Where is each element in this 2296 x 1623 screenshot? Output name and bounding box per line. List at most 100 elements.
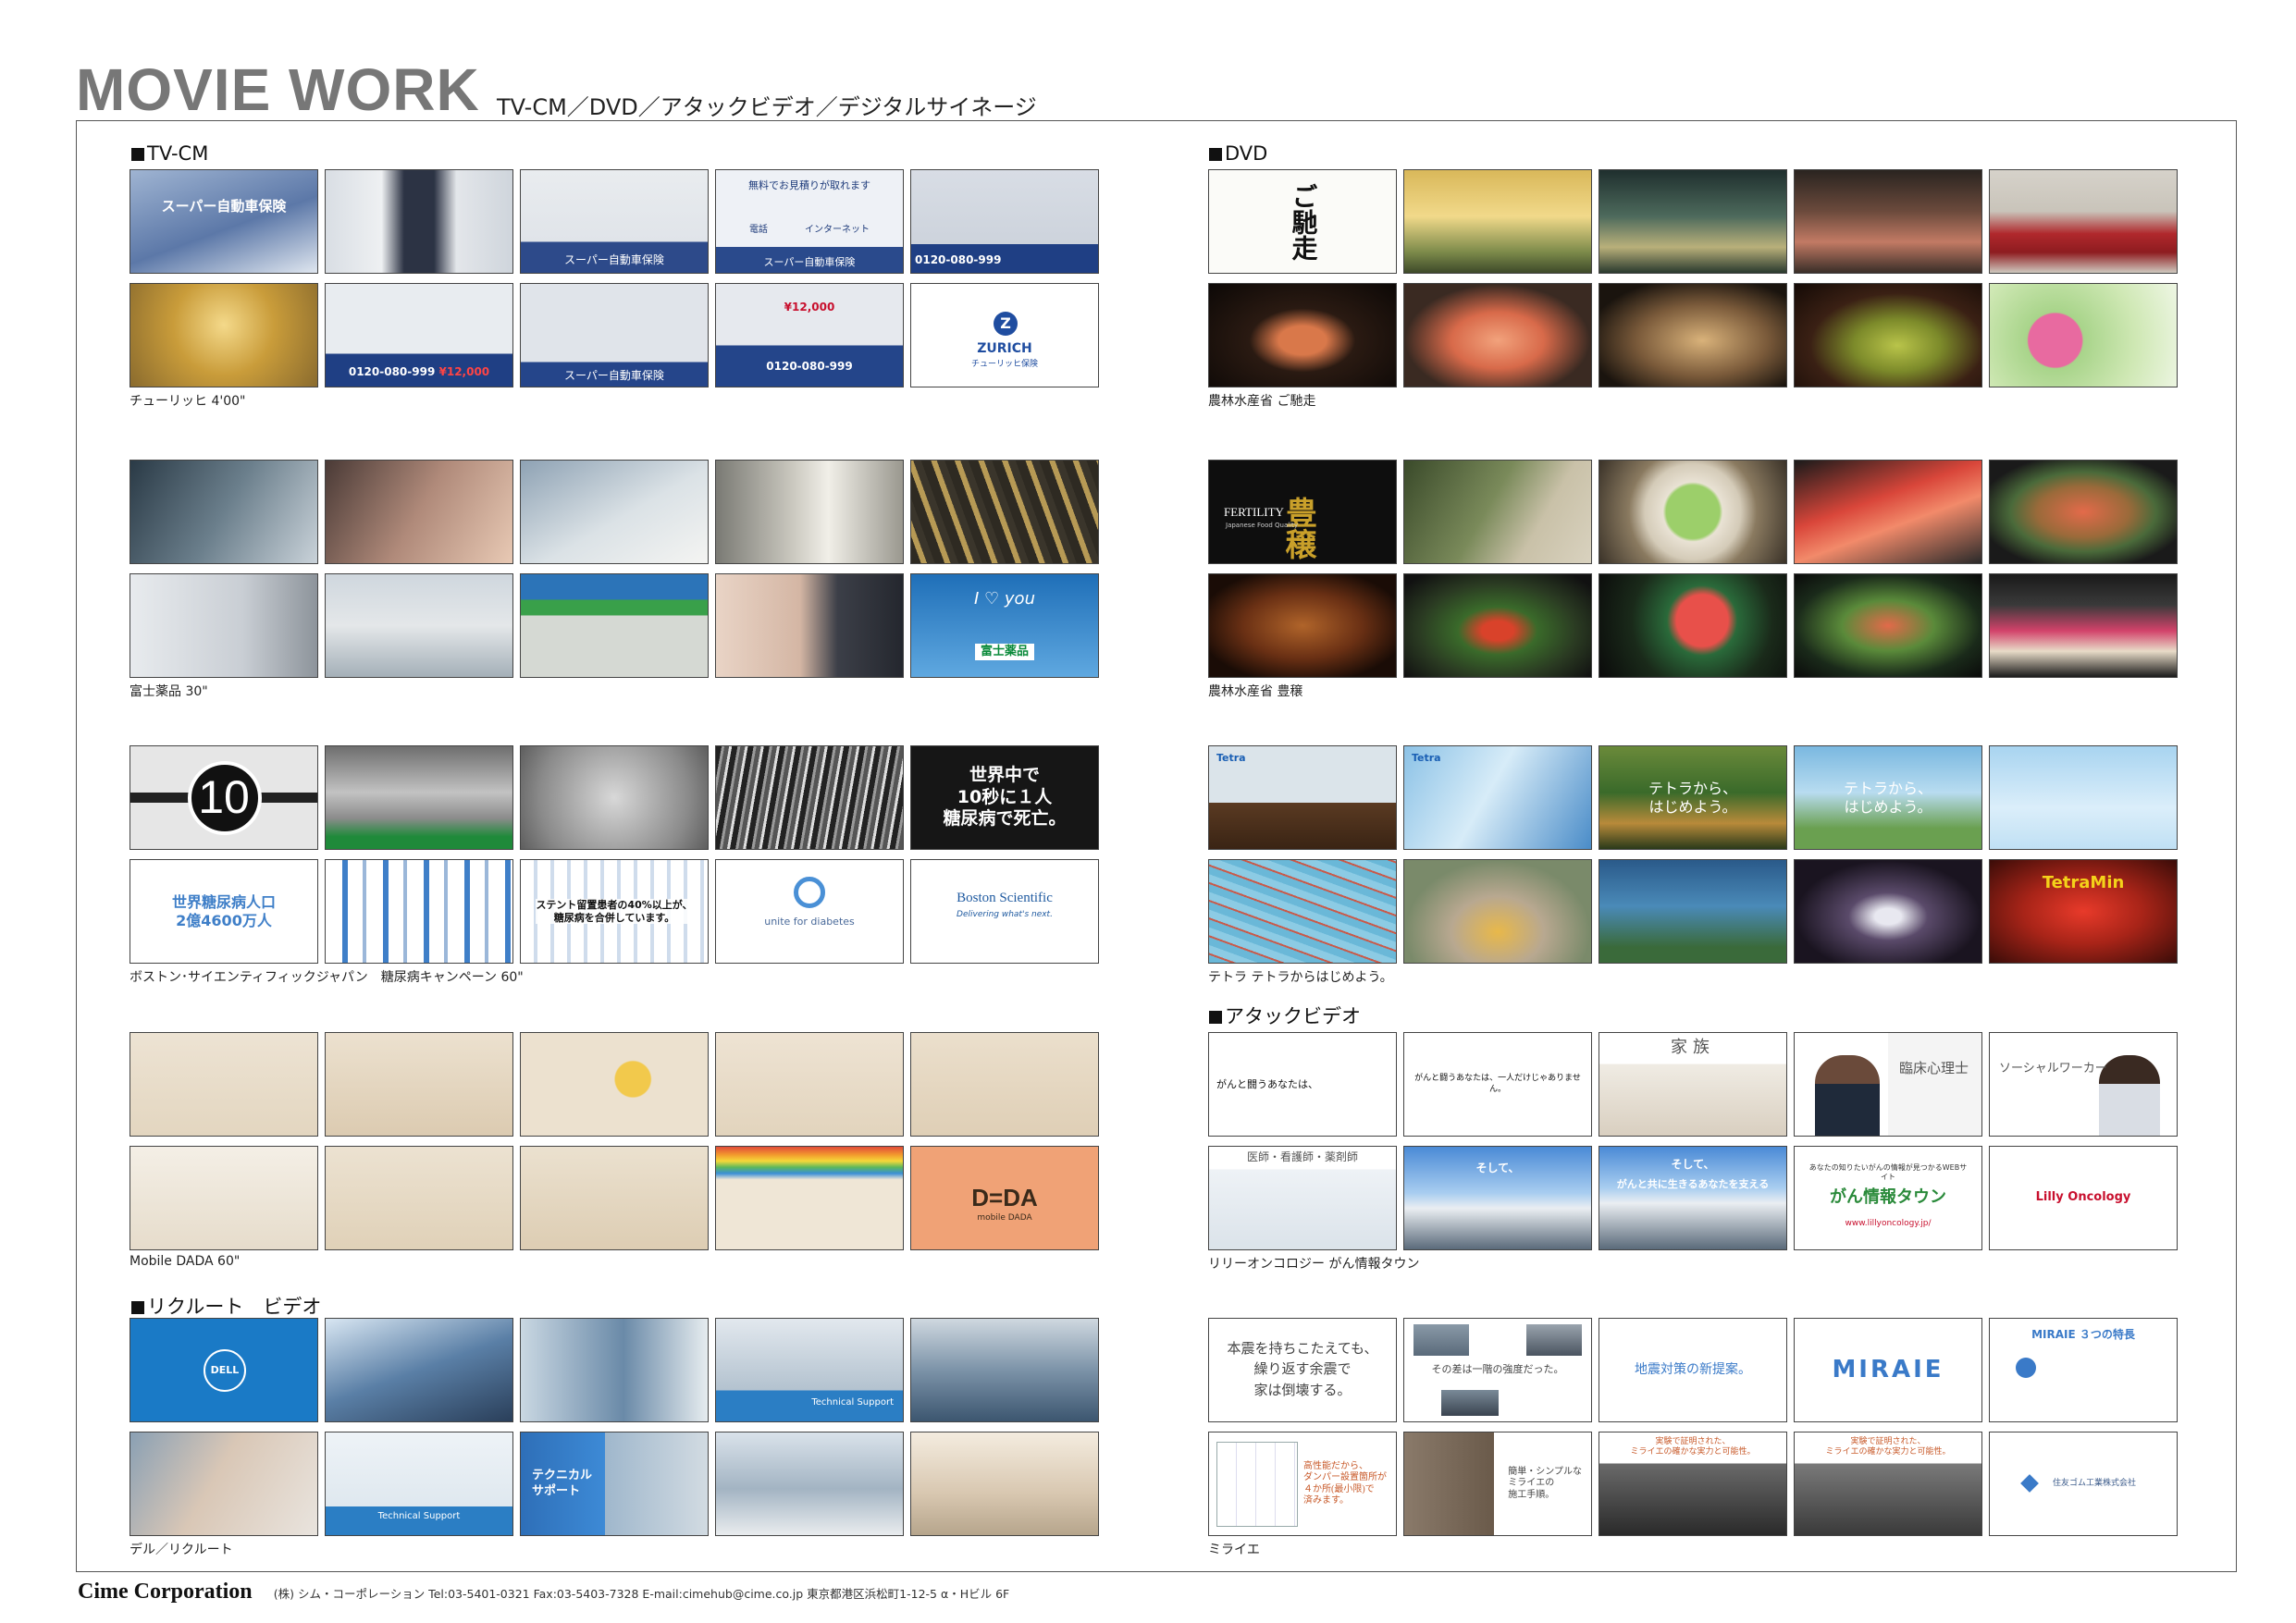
caption-tetra: テトラ テトラからはじめよう。: [1208, 970, 1393, 985]
thumb-lilly-3: 家族: [1599, 1032, 1787, 1137]
thumb-houjo-5: [1989, 460, 2178, 564]
thumb-gochiso-6: [1208, 283, 1397, 387]
section-heading-tvcm: TV-CM: [131, 142, 208, 165]
thumb-fuji-8: [520, 573, 709, 678]
thumb-fuji-3: [520, 460, 709, 564]
thumb-gochiso-1: ご馳走: [1208, 169, 1397, 274]
thumb-fuji-6: [130, 573, 318, 678]
thumb-houjo-4: [1794, 460, 1982, 564]
thumb-lilly-8: そして、 がんと共に生きるあなたを支える: [1599, 1146, 1787, 1250]
thumb-fuji-4: [715, 460, 904, 564]
thumb-dada-1: [130, 1032, 318, 1137]
thumb-zurich-9: ¥12,000 0120-080-999: [715, 283, 904, 387]
thumb-miraie-5: MIRAIE ３つの特長: [1989, 1318, 2178, 1422]
thumb-miraie-3: 地震対策の新提案。: [1599, 1318, 1787, 1422]
thumb-gochiso-4: [1794, 169, 1982, 274]
thumb-boston-10: Boston Scientific Delivering what's next…: [910, 859, 1099, 964]
thumb-boston-3: [520, 745, 709, 850]
thumb-recruit-9: [715, 1432, 904, 1536]
thumb-recruit-5: [910, 1318, 1099, 1422]
thumb-zurich-3: スーパー自動車保険: [520, 169, 709, 274]
thumb-dada-6: [130, 1146, 318, 1250]
thumb-miraie-1: 本震を持ちこたえても、 繰り返す余震で 家は倒壊する。: [1208, 1318, 1397, 1422]
company-logo: Cime Corporation: [78, 1580, 253, 1604]
section-heading-dvd: DVD: [1209, 142, 1267, 165]
caption-dada: Mobile DADA 60": [130, 1254, 241, 1269]
thumb-recruit-10: [910, 1432, 1099, 1536]
thumb-lilly-6: 医師・看護師・薬剤師: [1208, 1146, 1397, 1250]
thumb-boston-1: 10: [130, 745, 318, 850]
thumb-lilly-2: がんと闘うあなたは、一人だけじゃありません。: [1403, 1032, 1592, 1137]
square-bullet-icon: [1209, 148, 1222, 161]
caption-gochiso: 農林水産省 ご馳走: [1208, 394, 1316, 409]
caption-lilly: リリーオンコロジー がん情報タウン: [1208, 1257, 1420, 1272]
section-heading-recruit: リクルート ビデオ: [131, 1292, 321, 1320]
thumb-boston-6: 世界糖尿病人口 2億4600万人: [130, 859, 318, 964]
thumb-recruit-6: [130, 1432, 318, 1536]
thumb-tetra-4: テトラから、 はじめよう。: [1794, 745, 1982, 850]
thumb-zurich-1: スーパー自動車保険: [130, 169, 318, 274]
thumb-dada-4: [715, 1032, 904, 1137]
thumb-tetra-2: Tetra: [1403, 745, 1592, 850]
square-bullet-icon: [1209, 1011, 1222, 1024]
thumb-miraie-10: 住友ゴム工業株式会社: [1989, 1432, 2178, 1536]
caption-fuji: 富士薬品 30": [130, 684, 208, 699]
thumb-zurich-7: 0120-080-999 ¥12,000: [325, 283, 513, 387]
dell-logo-icon: DELL: [204, 1349, 246, 1392]
thumb-houjo-2: [1403, 460, 1592, 564]
thumb-houjo-3: [1599, 460, 1787, 564]
thumb-fuji-1: [130, 460, 318, 564]
thumb-recruit-1: DELL: [130, 1318, 318, 1422]
thumb-dada-5: [910, 1032, 1099, 1137]
feature-badge-icon: [2016, 1358, 2036, 1378]
thumb-gochiso-2: [1403, 169, 1592, 274]
thumb-houjo-8: [1599, 573, 1787, 678]
thumb-lilly-4: 臨床心理士: [1794, 1032, 1982, 1137]
thumb-lilly-9: あなたの知りたいがんの情報が見つかるWEBサイト がん情報タウン www.lil…: [1794, 1146, 1982, 1250]
footer: Cime Corporation (株) シム・コーポレーション Tel:03-…: [78, 1580, 1009, 1605]
thumb-houjo-1: 豊穣 FERTILITY Japanese Food Quality: [1208, 460, 1397, 564]
caption-houjo: 農林水産省 豊穣: [1208, 684, 1303, 699]
thumb-tetra-9: [1794, 859, 1982, 964]
thumb-lilly-1: がんと闘うあなたは、: [1208, 1032, 1397, 1137]
thumb-lilly-7: そして、: [1403, 1146, 1592, 1250]
thumb-miraie-4: MIRAIE: [1794, 1318, 1982, 1422]
thumb-gochiso-10: [1989, 283, 2178, 387]
thumb-miraie-8: 実験で証明された、 ミライエの確かな実力と可能性。: [1599, 1432, 1787, 1536]
caption-dell: デル／リクルート: [130, 1543, 233, 1557]
thumb-zurich-6: [130, 283, 318, 387]
thumb-miraie-7: 簡単・シンプルな ミライエの 施工手順。: [1403, 1432, 1592, 1536]
square-bullet-icon: [131, 148, 144, 161]
thumb-miraie-9: 実験で証明された、 ミライエの確かな実力と可能性。: [1794, 1432, 1982, 1536]
thumb-boston-4: [715, 745, 904, 850]
thumb-fuji-2: [325, 460, 513, 564]
thumb-gochiso-8: [1599, 283, 1787, 387]
section-heading-attack: アタックビデオ: [1209, 1002, 1361, 1029]
page-subtitle: TV-CM／DVD／アタックビデオ／デジタルサイネージ: [497, 94, 1037, 120]
thumb-miraie-6: 高性能だから、 ダンパー設置箇所が ４か所(最小限)で 済みます。: [1208, 1432, 1397, 1536]
thumb-dada-7: [325, 1146, 513, 1250]
thumb-tetra-8: [1599, 859, 1787, 964]
thumb-houjo-6: [1208, 573, 1397, 678]
thumb-zurich-logo: Z ZURICH チューリッヒ保険: [910, 283, 1099, 387]
thumb-recruit-3: [520, 1318, 709, 1422]
thumb-lilly-5: ソーシャルワーカー: [1989, 1032, 2178, 1137]
thumb-tetra-3: テトラから、 はじめよう。: [1599, 745, 1787, 850]
thumb-houjo-7: [1403, 573, 1592, 678]
thumb-boston-8: ステント留置患者の40%以上が、 糖尿病を合併しています。: [520, 859, 709, 964]
house-photo: [1441, 1390, 1499, 1416]
thumb-tetra-10: TetraMin: [1989, 859, 2178, 964]
thumb-dada-10: D=DA mobile DADA: [910, 1146, 1099, 1250]
thumb-fuji-10: I ♡ you 富士薬品: [910, 573, 1099, 678]
thumb-dada-3: [520, 1032, 709, 1137]
thumb-zurich-4: 無料でお見積りが取れます 電話 インターネット スーパー自動車保険: [715, 169, 904, 274]
thumb-dada-9: [715, 1146, 904, 1250]
thumb-recruit-4: Technical Support: [715, 1318, 904, 1422]
page-title: MOVIE WORK: [76, 56, 480, 123]
thumb-fuji-5: [910, 460, 1099, 564]
thumb-tetra-6: [1208, 859, 1397, 964]
thumb-dada-8: [520, 1146, 709, 1250]
thumb-boston-7: [325, 859, 513, 964]
thumb-recruit-8: テクニカル サポート: [520, 1432, 709, 1536]
thumb-tetra-7: [1403, 859, 1592, 964]
